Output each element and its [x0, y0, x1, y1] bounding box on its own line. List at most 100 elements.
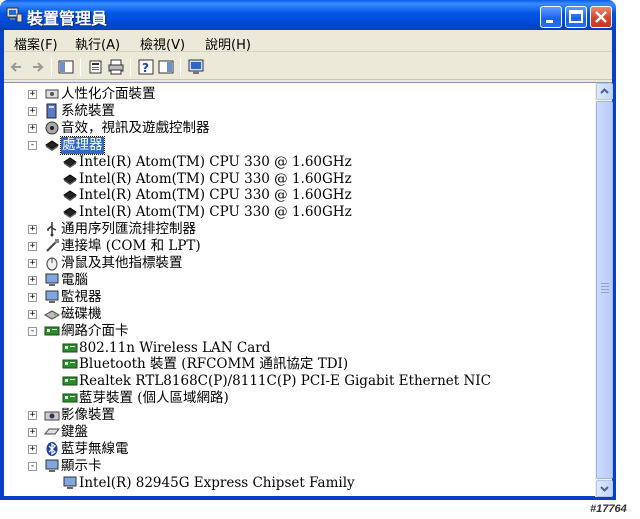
maximize-button[interactable]	[565, 6, 587, 28]
tree-row[interactable]: Intel(R) 82945G Express Chipset Family	[4, 475, 594, 492]
menu-help[interactable]: 說明(H)	[205, 34, 251, 53]
tree-row[interactable]: - 處理器	[4, 135, 594, 155]
expand-toggle[interactable]: +	[28, 123, 37, 133]
device-manager-icon	[6, 7, 23, 23]
tree-row[interactable]: + 鍵盤	[4, 424, 594, 441]
category-label[interactable]: 顯示卡	[61, 458, 102, 475]
device-label[interactable]: Bluetooth 裝置 (RFCOMM 通訊協定 TDI)	[79, 356, 348, 373]
toolbar-separator	[180, 58, 181, 76]
menu-file[interactable]: 檔案(F)	[14, 34, 58, 53]
back-icon[interactable]	[9, 59, 25, 75]
chevron-up-icon	[600, 88, 609, 94]
device-label[interactable]: Intel(R) Atom(TM) CPU 330 @ 1.60GHz	[79, 187, 352, 204]
tree-row[interactable]: + 滑鼠及其他指標裝置	[4, 255, 594, 272]
category-label[interactable]: 音效，視訊及遊戲控制器	[61, 120, 210, 137]
network-card-icon	[62, 376, 78, 386]
expand-toggle[interactable]: +	[28, 428, 37, 437]
menu-view[interactable]: 檢視(V)	[140, 34, 185, 53]
category-label[interactable]: 電腦	[61, 272, 88, 289]
collapse-toggle[interactable]: -	[28, 140, 37, 150]
device-label[interactable]: 藍芽裝置 (個人區域網路)	[79, 390, 229, 407]
scroll-up-button[interactable]	[596, 83, 613, 100]
tree-row[interactable]: - 顯示卡	[4, 458, 594, 475]
category-label[interactable]: 通用序列匯流排控制器	[61, 221, 196, 238]
keyboard-icon	[44, 428, 60, 435]
category-label[interactable]: 處理器	[60, 135, 105, 155]
device-label[interactable]: Intel(R) Atom(TM) CPU 330 @ 1.60GHz	[79, 154, 352, 171]
properties-icon[interactable]	[88, 59, 104, 75]
expand-toggle[interactable]: +	[28, 292, 37, 302]
network-card-icon	[62, 343, 78, 352]
collapse-toggle[interactable]: -	[28, 326, 37, 336]
category-label[interactable]: 人性化介面裝置	[61, 86, 156, 103]
tree-row[interactable]: Bluetooth 裝置 (RFCOMM 通訊協定 TDI)	[4, 356, 594, 373]
tree-row[interactable]: Realtek RTL8168C(P)/8111C(P) PCI-E Gigab…	[4, 373, 594, 390]
client-area: 檔案(F) 執行(A) 檢視(V) 說明(H) ? + 人性化介面裝置 + 系統裝置 +…	[4, 30, 613, 497]
scroll-down-button[interactable]	[596, 480, 613, 497]
tree-row[interactable]: - 網路介面卡	[4, 323, 594, 340]
tree-row[interactable]: Intel(R) Atom(TM) CPU 330 @ 1.60GHz	[4, 187, 594, 204]
category-label[interactable]: 系統裝置	[61, 103, 115, 120]
tree-row[interactable]: + 人性化介面裝置	[4, 86, 594, 103]
tree-row[interactable]: + 系統裝置	[4, 103, 594, 120]
view2-icon[interactable]	[158, 59, 174, 75]
category-label[interactable]: 藍芽無線電	[61, 441, 129, 458]
print-icon[interactable]	[108, 59, 124, 75]
tree-row[interactable]: + 音效，視訊及遊戲控制器	[4, 120, 594, 137]
network-card-icon	[44, 326, 60, 336]
expand-toggle[interactable]: +	[28, 106, 37, 116]
thumb-grip	[601, 292, 609, 293]
scan-hardware-icon[interactable]	[188, 59, 204, 75]
forward-icon[interactable]	[29, 59, 45, 75]
disk-icon	[44, 310, 60, 320]
device-label[interactable]: Realtek RTL8168C(P)/8111C(P) PCI-E Gigab…	[79, 373, 491, 390]
device-tree-pane: + 人性化介面裝置 + 系統裝置 + 音效，視訊及遊戲控制器 - 處理器 Intel(R) At…	[4, 82, 613, 497]
tree-row[interactable]: + 連接埠 (COM 和 LPT)	[4, 238, 594, 255]
tree-row[interactable]: + 影像裝置	[4, 407, 594, 424]
vertical-scrollbar[interactable]	[595, 83, 613, 497]
title-bar[interactable]: 裝置管理員	[0, 0, 616, 30]
tree-row[interactable]: Intel(R) Atom(TM) CPU 330 @ 1.60GHz	[4, 204, 594, 221]
device-label[interactable]: Intel(R) 82945G Express Chipset Family	[79, 475, 355, 492]
collapse-toggle[interactable]: -	[28, 461, 37, 471]
category-label[interactable]: 監視器	[61, 289, 102, 306]
device-label[interactable]: 802.11n Wireless LAN Card	[79, 340, 270, 357]
tree-row[interactable]: + 磁碟機	[4, 306, 594, 323]
display-icon	[63, 476, 77, 489]
category-label[interactable]: 鍵盤	[61, 424, 88, 441]
tree-row[interactable]: + 藍芽無線電	[4, 441, 594, 458]
category-label[interactable]: 連接埠 (COM 和 LPT)	[61, 238, 201, 255]
tree-row[interactable]: 藍芽裝置 (個人區域網路)	[4, 390, 594, 407]
mouse-icon	[46, 257, 58, 271]
bluetooth-icon	[46, 441, 58, 456]
expand-toggle[interactable]: +	[28, 259, 37, 268]
tree-row[interactable]: + 監視器	[4, 289, 594, 306]
expand-toggle[interactable]: +	[28, 90, 37, 99]
expand-toggle[interactable]: +	[28, 242, 37, 252]
category-label[interactable]: 滑鼠及其他指標裝置	[61, 255, 183, 272]
tree-row[interactable]: + 電腦	[4, 272, 594, 289]
menu-action[interactable]: 執行(A)	[75, 34, 120, 53]
view-icon[interactable]	[58, 59, 74, 75]
tree-row[interactable]: Intel(R) Atom(TM) CPU 330 @ 1.60GHz	[4, 154, 594, 171]
device-label[interactable]: Intel(R) Atom(TM) CPU 330 @ 1.60GHz	[79, 204, 352, 221]
tree-row[interactable]: 802.11n Wireless LAN Card	[4, 340, 594, 357]
toolbar-separator	[80, 58, 81, 76]
expand-toggle[interactable]: +	[28, 309, 37, 319]
network-card-icon	[62, 359, 78, 369]
expand-toggle[interactable]: +	[28, 275, 37, 285]
help-icon[interactable]: ?	[138, 59, 154, 75]
expand-toggle[interactable]: +	[28, 225, 37, 235]
category-label[interactable]: 影像裝置	[61, 407, 115, 424]
device-label[interactable]: Intel(R) Atom(TM) CPU 330 @ 1.60GHz	[79, 171, 352, 188]
expand-toggle[interactable]: +	[28, 444, 37, 454]
minimize-button[interactable]	[540, 6, 562, 28]
category-label[interactable]: 網路介面卡	[61, 323, 129, 340]
tree-row[interactable]: Intel(R) Atom(TM) CPU 330 @ 1.60GHz	[4, 171, 594, 188]
tree-row[interactable]: + 通用序列匯流排控制器	[4, 221, 594, 238]
expand-toggle[interactable]: +	[28, 411, 37, 421]
close-button[interactable]	[590, 6, 612, 28]
category-label[interactable]: 磁碟機	[61, 306, 102, 323]
scrollbar-thumb[interactable]	[596, 101, 613, 479]
usb-icon	[47, 222, 57, 237]
